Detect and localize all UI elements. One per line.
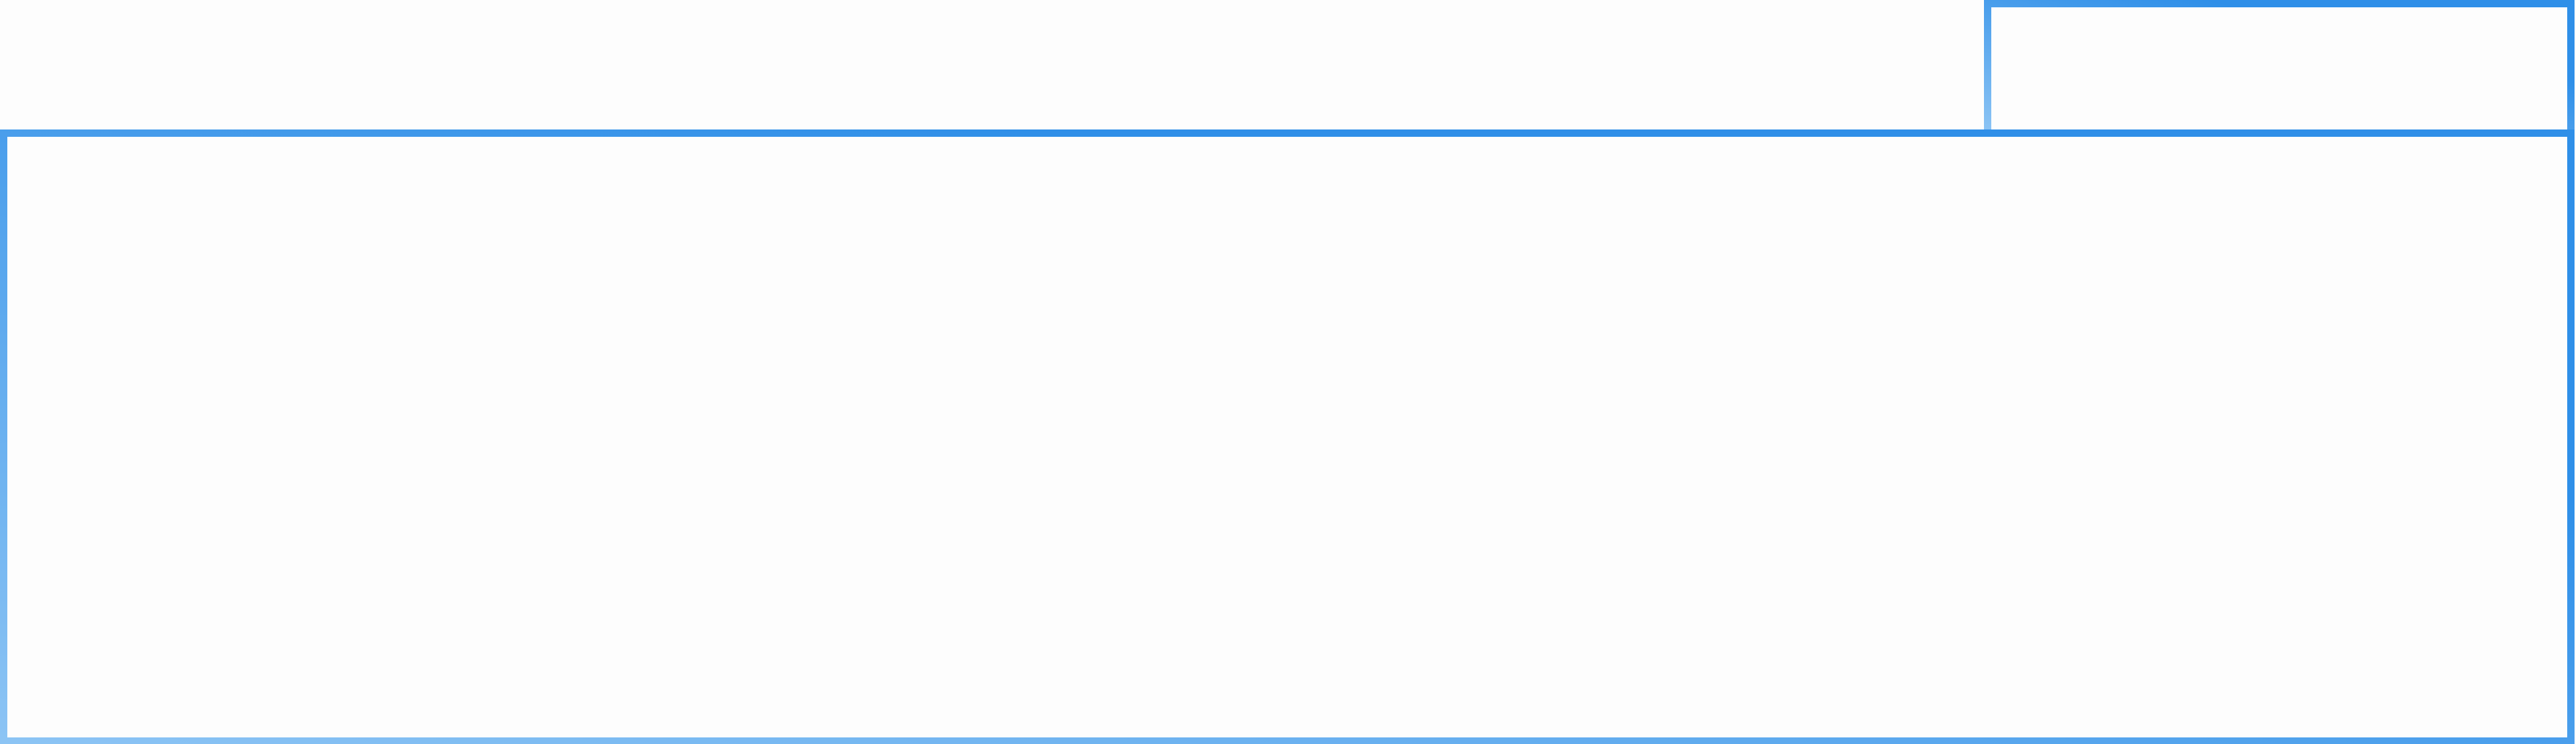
panel-tab[interactable] xyxy=(1983,0,2576,134)
panel-content-area xyxy=(7,139,2569,739)
tabbed-panel-screen xyxy=(0,0,2576,744)
